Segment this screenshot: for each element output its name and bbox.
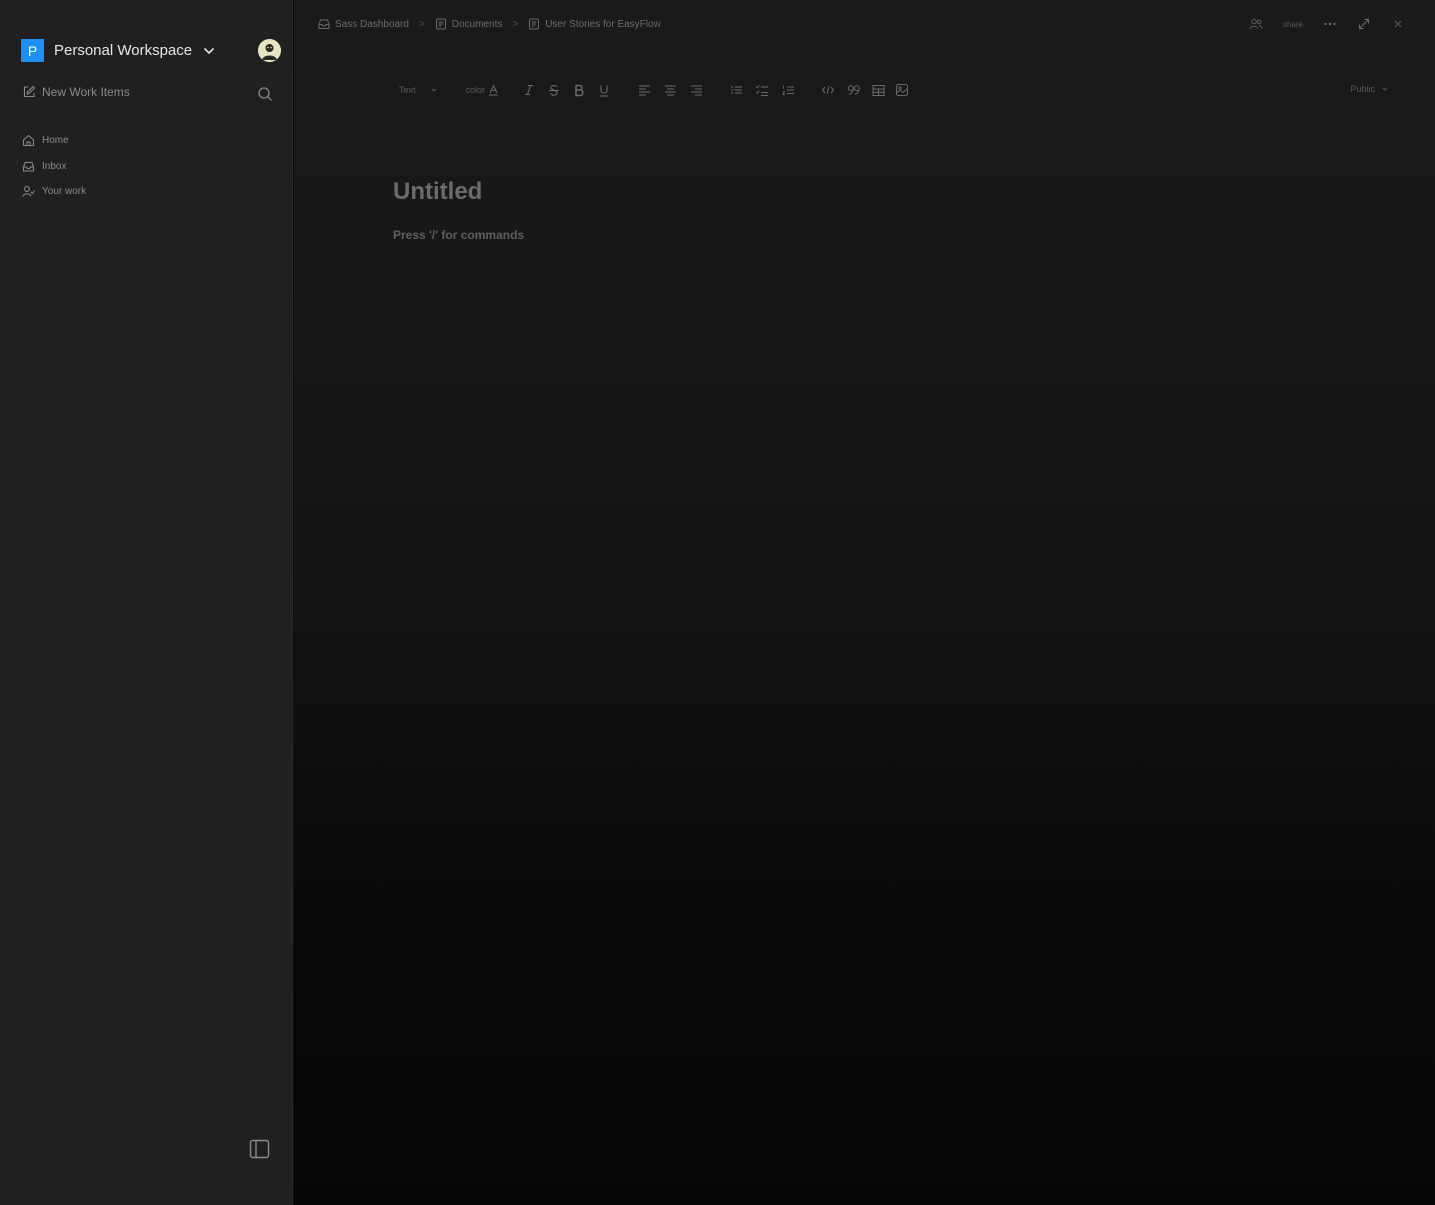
- breadcrumb-separator: >: [418, 18, 425, 30]
- document-icon: [529, 18, 540, 30]
- image-icon: [896, 84, 909, 96]
- align-left-button[interactable]: [636, 82, 652, 98]
- align-center-icon: [664, 85, 676, 96]
- checklist-button[interactable]: [754, 82, 770, 98]
- share-label: share: [1282, 19, 1303, 29]
- share-button[interactable]: share: [1283, 20, 1303, 29]
- workspace-switcher[interactable]: P Personal Workspace: [21, 39, 216, 62]
- main-panel: Sass Dashboard > Documents > User Storie…: [294, 0, 1435, 1205]
- visibility-label: Public: [1350, 84, 1375, 94]
- bullet-list-icon: [730, 86, 742, 94]
- breadcrumb: Sass Dashboard > Documents > User Storie…: [318, 16, 661, 32]
- font-color-icon: [489, 84, 499, 96]
- workspace-badge: P: [21, 39, 44, 62]
- breadcrumb-item-project[interactable]: Sass Dashboard: [318, 18, 409, 30]
- close-icon: [1394, 20, 1402, 28]
- bold-button[interactable]: [571, 82, 587, 98]
- document-icon: [435, 18, 446, 30]
- image-button[interactable]: [894, 82, 910, 98]
- text-color-button[interactable]: color: [466, 84, 500, 96]
- avatar-image: [258, 39, 281, 62]
- checklist-icon: [755, 84, 769, 96]
- sidebar-item-inbox[interactable]: Inbox: [22, 154, 86, 180]
- code-button[interactable]: [820, 82, 836, 98]
- sidebar-item-label: Your work: [42, 186, 87, 198]
- edit-icon: [23, 85, 36, 98]
- sidebar-nav: Home Inbox Your work: [22, 128, 86, 205]
- numbered-list-button[interactable]: [780, 82, 796, 98]
- collaborators-button[interactable]: [1249, 17, 1263, 31]
- sidebar-item-your-work[interactable]: Your work: [22, 179, 86, 205]
- new-work-items-label: New Work Items: [42, 85, 130, 99]
- visibility-dropdown[interactable]: Public: [1350, 84, 1389, 94]
- editor-body[interactable]: Press '/' for commands: [393, 228, 524, 242]
- inbox-icon: [22, 161, 35, 172]
- chevron-down-icon: [431, 88, 436, 92]
- strikethrough-button[interactable]: [546, 82, 562, 98]
- expand-icon: [1358, 18, 1370, 30]
- chevron-down-icon: [204, 47, 215, 54]
- align-right-button[interactable]: [688, 82, 704, 98]
- top-actions: share: [1229, 16, 1405, 32]
- sidebar-item-home[interactable]: Home: [22, 128, 86, 154]
- search-icon[interactable]: [257, 86, 273, 102]
- more-horizontal-icon: [1324, 22, 1336, 26]
- code-icon: [821, 85, 835, 95]
- sidebar-item-label: Home: [42, 135, 69, 147]
- align-left-icon: [638, 85, 650, 96]
- user-work-icon: [22, 186, 35, 197]
- workspace-name: Personal Workspace: [54, 42, 193, 59]
- align-center-button[interactable]: [662, 82, 678, 98]
- formatting-toolbar: Text color: [399, 82, 910, 98]
- breadcrumb-item-current-page[interactable]: User Stories for EasyFlow: [528, 18, 661, 30]
- text-style-label: Text: [399, 85, 416, 95]
- home-icon: [22, 135, 35, 147]
- breadcrumb-label: User Stories for EasyFlow: [545, 18, 661, 30]
- new-work-items-button[interactable]: New Work Items: [22, 85, 130, 99]
- breadcrumb-label: Sass Dashboard: [335, 18, 409, 30]
- breadcrumb-separator: >: [512, 18, 519, 30]
- italic-button[interactable]: [521, 82, 537, 98]
- document-title[interactable]: Untitled: [393, 178, 482, 206]
- text-color-label: color: [465, 85, 486, 95]
- quote-button[interactable]: [846, 82, 862, 98]
- more-options-button[interactable]: [1323, 17, 1337, 31]
- expand-button[interactable]: [1357, 17, 1371, 31]
- align-right-icon: [690, 85, 702, 96]
- breadcrumb-item-documents[interactable]: Documents: [435, 18, 503, 30]
- chevron-down-icon: [1382, 87, 1388, 91]
- bullet-list-button[interactable]: [728, 82, 744, 98]
- table-icon: [872, 84, 885, 96]
- quote-icon: [847, 85, 860, 95]
- italic-icon: [525, 84, 534, 96]
- sidebar: P Personal Workspace New Work Items Home…: [0, 0, 293, 1205]
- users-icon: [1249, 18, 1263, 30]
- underline-button[interactable]: [596, 82, 612, 98]
- numbered-list-icon: [781, 85, 794, 95]
- close-button[interactable]: [1391, 17, 1405, 31]
- strikethrough-icon: [549, 84, 560, 96]
- table-button[interactable]: [870, 82, 886, 98]
- breadcrumb-label: Documents: [451, 18, 503, 30]
- avatar[interactable]: [258, 39, 281, 62]
- project-icon: [318, 19, 330, 29]
- underline-icon: [600, 85, 609, 97]
- text-style-dropdown[interactable]: Text: [399, 85, 438, 95]
- sidebar-toggle-icon[interactable]: [249, 1139, 270, 1159]
- bold-icon: [575, 84, 584, 96]
- sidebar-item-label: Inbox: [42, 160, 67, 172]
